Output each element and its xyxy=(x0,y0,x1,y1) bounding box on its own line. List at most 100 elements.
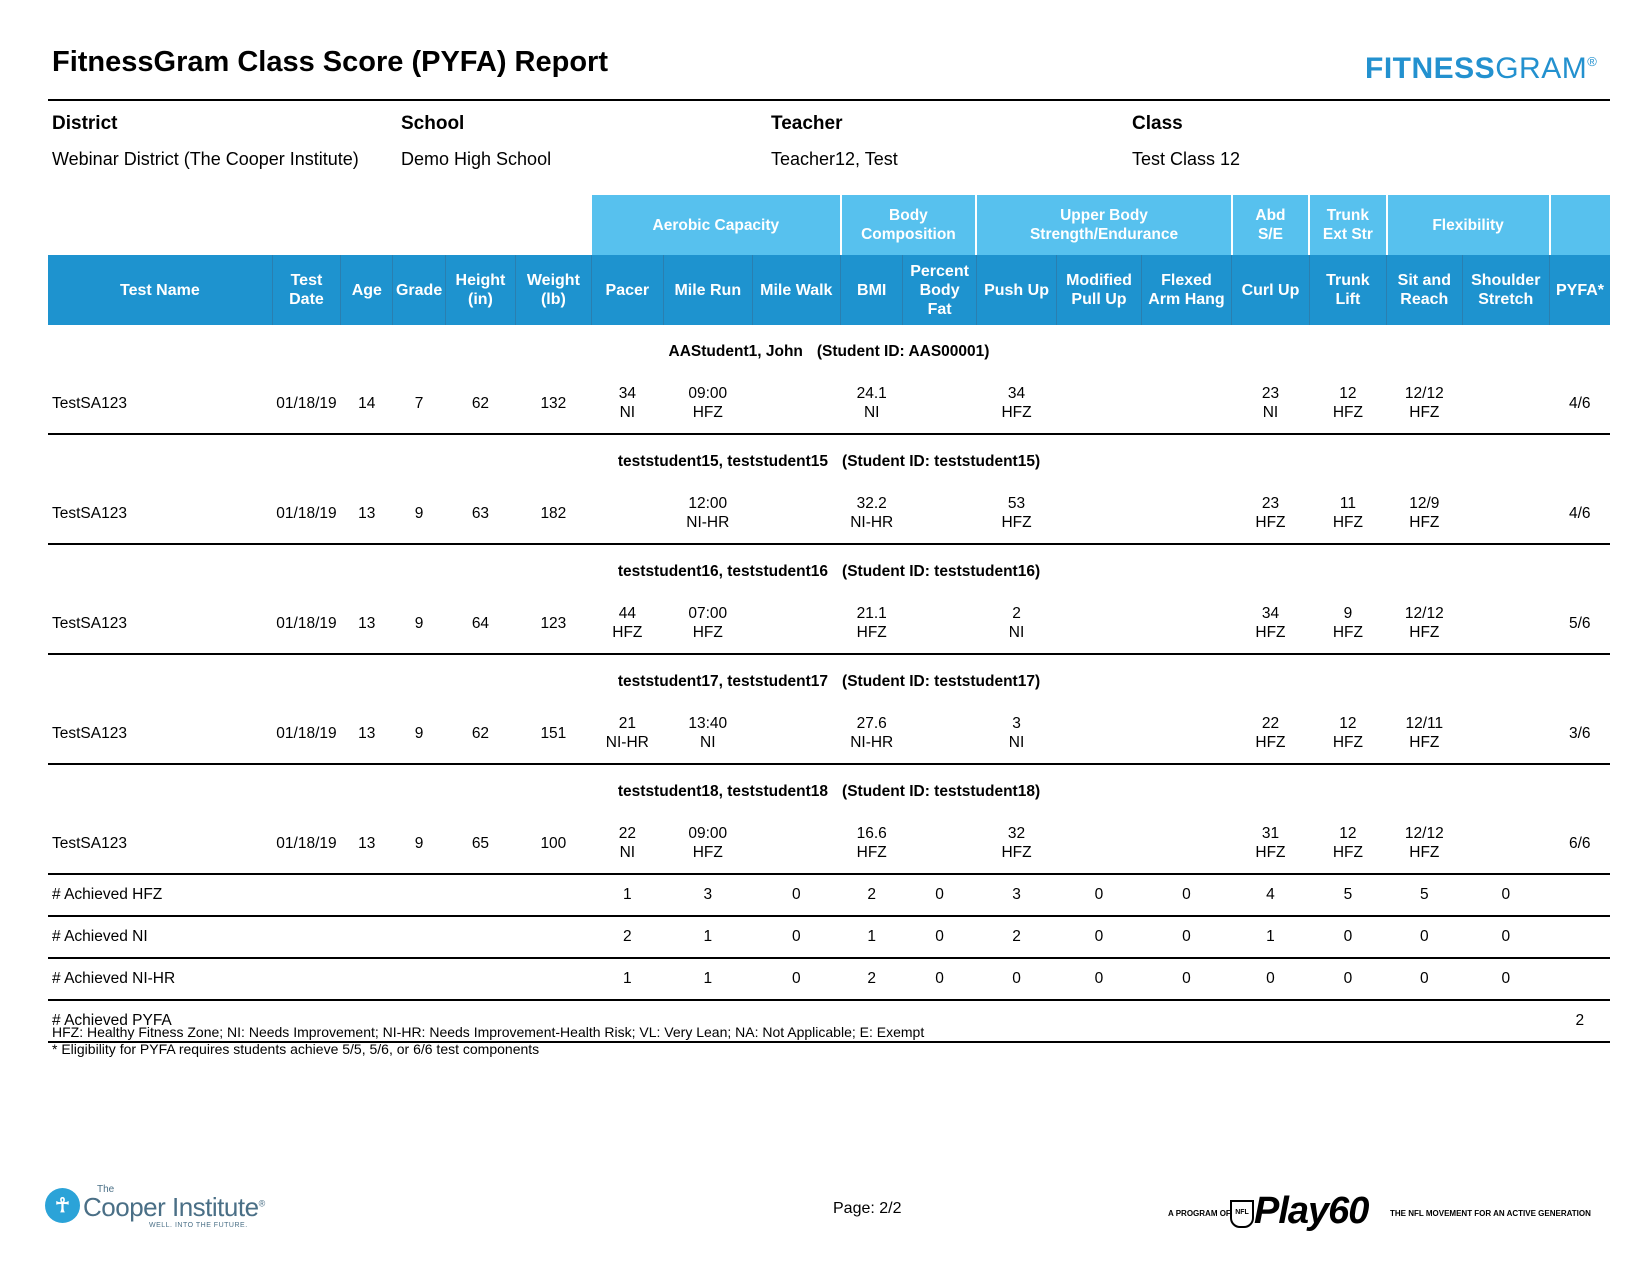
score-cell: 01/18/19 xyxy=(272,819,341,875)
score-cell-line2: NI xyxy=(700,734,716,751)
column-header-line1: Trunk xyxy=(1326,272,1370,289)
score-cell: 32.2 NI-HR xyxy=(840,489,903,545)
meta-class: Class Test Class 12 xyxy=(1132,113,1240,170)
cooper-name: Cooper Institute xyxy=(83,1192,259,1222)
summary-value xyxy=(1549,874,1610,917)
column-header: Pacer xyxy=(590,255,664,325)
nfl-shield-icon: NFL xyxy=(1230,1200,1254,1228)
score-cell-line1: 13:40 xyxy=(688,715,728,732)
score-cell-line1: 9 xyxy=(414,724,424,742)
table-row: TestSA123 01/18/19 14 7 62 132 34 NI 09:00 HFZ 24.… xyxy=(48,379,1610,435)
student-header-row: AAStudent1, John (Student ID: AAS00001) xyxy=(48,325,1610,379)
student-id: (Student ID: AAS00001) xyxy=(816,343,990,360)
score-cell-line1: 12/12 xyxy=(1404,605,1444,622)
score-cell: TestSA123 xyxy=(48,599,273,655)
score-cell xyxy=(1141,379,1232,435)
score-cell-line1: 21 xyxy=(618,715,636,732)
score-cell-line1: 12/12 xyxy=(1404,825,1444,842)
score-cell-line1: 14 xyxy=(358,394,376,412)
score-cell: 12 HFZ xyxy=(1309,379,1387,435)
table-row: TestSA123 01/18/19 13 9 64 123 44 HFZ 07:00 HFZ 21… xyxy=(48,599,1610,655)
score-cell-line1: TestSA123 xyxy=(52,394,127,412)
student-id: (Student ID: teststudent15) xyxy=(842,453,1041,470)
score-cell: 01/18/19 xyxy=(272,709,341,765)
summary-value: 4 xyxy=(1231,874,1310,917)
score-cell: 12/12 HFZ xyxy=(1386,599,1463,655)
score-cell xyxy=(752,379,841,435)
summary-value xyxy=(1462,1000,1550,1043)
score-cell-line2: NI xyxy=(1008,624,1025,641)
score-cell xyxy=(752,819,841,875)
score-cell-line1: 100 xyxy=(540,834,567,852)
score-cell: 3/6 xyxy=(1549,709,1610,765)
score-cell-line1: 7 xyxy=(414,394,424,412)
student-name: teststudent16, teststudent16 xyxy=(617,563,829,580)
summary-value: 0 xyxy=(752,916,841,959)
column-header: Height (in) xyxy=(444,255,516,325)
summary-value: 0 xyxy=(1056,958,1142,1001)
group-aerobic: Aerobic Capacity xyxy=(590,195,841,255)
group-abd-line2: S/E xyxy=(1257,226,1283,243)
score-cell: TestSA123 xyxy=(48,489,273,545)
column-header-line1: Mile Run xyxy=(674,281,742,299)
column-header: Test Name xyxy=(48,255,273,325)
score-cell: 01/18/19 xyxy=(272,379,341,435)
score-cell xyxy=(1141,819,1232,875)
column-header-row: Test Name Test Date Age Grade Height (in) Weigh… xyxy=(48,255,1610,325)
column-header: Sit and Reach xyxy=(1386,255,1463,325)
score-cell xyxy=(902,489,977,545)
score-cell-line1: 32 xyxy=(1007,825,1026,842)
column-header-line2: Pull Up xyxy=(1071,291,1127,308)
score-cell: TestSA123 xyxy=(48,379,273,435)
score-cell: 4/6 xyxy=(1549,489,1610,545)
score-cell-line1: 01/18/19 xyxy=(276,724,337,742)
score-cell-line1: 34 xyxy=(1007,385,1026,402)
score-cell-line2: HFZ xyxy=(1332,844,1363,861)
summary-value xyxy=(1309,1000,1387,1043)
score-cell-line2: HFZ xyxy=(612,624,643,641)
group-body-line2: Composition xyxy=(861,226,956,243)
score-cell-line1: TestSA123 xyxy=(52,504,127,522)
summary-value: 0 xyxy=(902,874,977,917)
score-cell xyxy=(591,489,664,545)
score-cell-line2: HFZ xyxy=(1409,734,1440,751)
score-cell-line2: HFZ xyxy=(692,404,723,421)
column-header-line1: Grade xyxy=(395,281,443,299)
score-cell-line1: 12/11 xyxy=(1405,715,1444,732)
column-header-line2: Lift xyxy=(1335,291,1361,308)
score-cell-line1: TestSA123 xyxy=(52,834,127,852)
score-cell: 22 NI xyxy=(591,819,664,875)
summary-value: 0 xyxy=(1462,916,1550,959)
score-cell-line2: HFZ xyxy=(692,624,723,641)
column-header-line2: Reach xyxy=(1400,291,1449,308)
play60-prefix: A PROGRAM OF xyxy=(1168,1209,1231,1218)
summary-value: 1 xyxy=(663,958,753,1001)
summary-row: # Achieved NI 2 1 0 1 0 2 0 0 1 0 0 0 xyxy=(48,916,1610,959)
score-cell: TestSA123 xyxy=(48,819,273,875)
meta-school: School Demo High School xyxy=(401,113,551,170)
column-header-line1: Test Name xyxy=(120,281,200,299)
summary-value: 5 xyxy=(1386,874,1463,917)
score-cell-line1: 12 xyxy=(1339,715,1357,732)
summary-value: 2 xyxy=(840,958,903,1001)
summary-value: 0 xyxy=(1462,874,1550,917)
summary-value xyxy=(1549,958,1610,1001)
summary-value: 2 xyxy=(591,916,664,959)
score-cell xyxy=(1462,709,1550,765)
column-header-line1: BMI xyxy=(857,281,887,299)
column-header: Flexed Arm Hang xyxy=(1140,255,1232,325)
score-cell: 65 xyxy=(445,819,516,875)
column-header-line1: PYFA* xyxy=(1556,281,1605,299)
column-header-line2: Stretch xyxy=(1478,291,1534,308)
column-header: BMI xyxy=(840,255,903,325)
score-cell: 34 HFZ xyxy=(1231,599,1310,655)
score-cell-line2: HFZ xyxy=(1255,734,1286,751)
student-header-row: teststudent18, teststudent18 (Student ID:… xyxy=(48,764,1610,819)
score-cell-line1: 132 xyxy=(540,394,567,412)
score-cell: TestSA123 xyxy=(48,709,273,765)
score-cell: 3 NI xyxy=(976,709,1057,765)
cooper-name-line: Cooper Institute® xyxy=(83,1192,265,1223)
summary-value: 0 xyxy=(1309,958,1387,1001)
score-cell-line1: 01/18/19 xyxy=(276,504,337,522)
score-cell xyxy=(752,599,841,655)
